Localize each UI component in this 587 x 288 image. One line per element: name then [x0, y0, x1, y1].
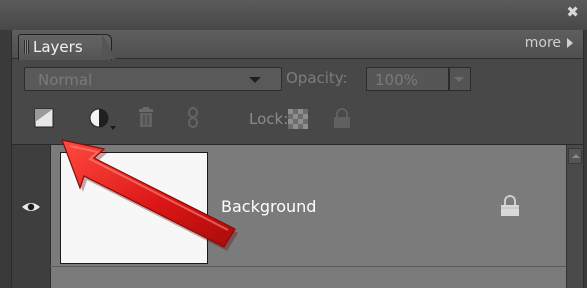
opacity-value: 100% [375, 71, 418, 89]
tab-layers[interactable]: Layers [18, 34, 112, 60]
chevron-down-icon [249, 77, 261, 83]
panel-tab-row: Layers more [12, 30, 583, 60]
chevron-right-icon [567, 38, 573, 48]
layers-panel: Layers more Normal Opacity: 100% Lock: B… [11, 30, 584, 288]
lock-icon [501, 195, 519, 216]
visibility-column [12, 145, 51, 288]
opacity-input[interactable]: 100% [366, 67, 449, 91]
tab-label: Layers [33, 38, 83, 56]
opacity-label: Opacity: [286, 69, 348, 87]
lock-transparent-icon[interactable] [288, 109, 308, 129]
lock-label: Lock: [249, 110, 289, 128]
vertical-scrollbar[interactable] [566, 145, 583, 288]
more-menu-button[interactable]: more [525, 35, 573, 51]
chevron-down-icon [454, 77, 464, 82]
layer-thumbnail [60, 152, 208, 264]
layer-name: Background [221, 197, 317, 216]
layers-list: Background [12, 144, 583, 288]
tab-edge [102, 34, 116, 59]
blend-mode-value: Normal [38, 71, 93, 89]
lock-all-icon[interactable] [331, 107, 353, 129]
panel-title-bar: ✖ [0, 0, 587, 30]
opacity-dropdown-button[interactable] [449, 67, 471, 91]
link-icon[interactable] [187, 107, 199, 129]
close-icon[interactable]: ✖ [566, 3, 579, 21]
new-layer-icon[interactable] [34, 108, 54, 128]
adjustment-layer-icon[interactable] [87, 106, 117, 132]
grip-icon[interactable] [24, 40, 29, 54]
trash-icon[interactable] [137, 107, 155, 129]
eye-icon[interactable] [21, 200, 41, 214]
scroll-up-button[interactable] [568, 148, 582, 164]
row-divider [50, 266, 567, 267]
more-label: more [524, 35, 561, 51]
blend-mode-select[interactable]: Normal [24, 67, 282, 91]
